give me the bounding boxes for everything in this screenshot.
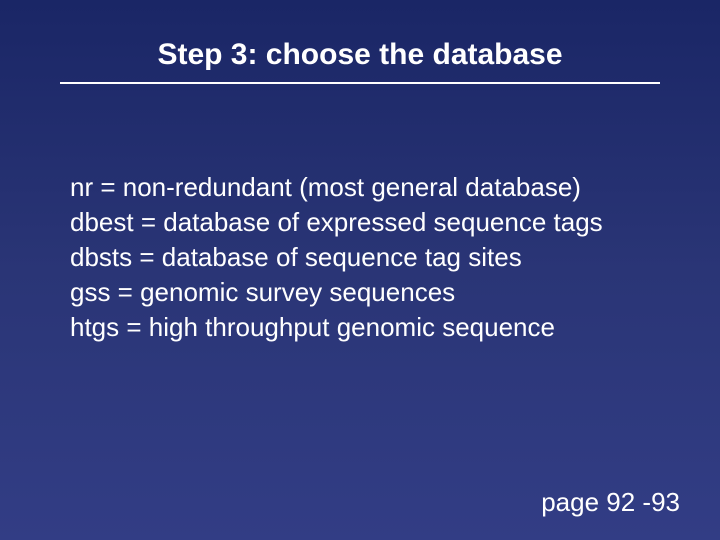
slide-title: Step 3: choose the database: [60, 38, 660, 80]
title-underline: [60, 82, 660, 84]
body-line: htgs = high throughput genomic sequence: [70, 310, 660, 345]
body-text: nr = non-redundant (most general databas…: [70, 170, 660, 345]
title-block: Step 3: choose the database: [60, 38, 660, 84]
body-line: dbest = database of expressed sequence t…: [70, 205, 660, 240]
body-line: nr = non-redundant (most general databas…: [70, 170, 660, 205]
page-footer: page 92 -93: [541, 487, 680, 518]
body-line: gss = genomic survey sequences: [70, 275, 660, 310]
body-line: dbsts = database of sequence tag sites: [70, 240, 660, 275]
